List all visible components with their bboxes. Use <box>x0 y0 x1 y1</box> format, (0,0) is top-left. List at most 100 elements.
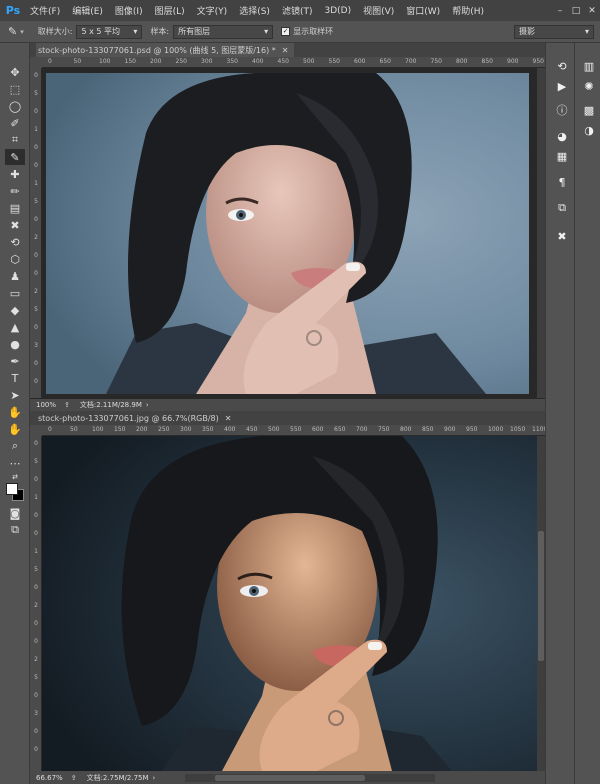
sponge-icon[interactable]: ● <box>5 336 25 352</box>
sample-size-select[interactable]: 5 x 5 平均 ▾ <box>76 24 143 39</box>
info-icon[interactable]: ⓘ <box>552 101 572 119</box>
styles-icon[interactable]: ◑ <box>579 121 599 139</box>
doc1-tab[interactable]: stock-photo-133077061.psd @ 100% (曲线 5, … <box>30 43 545 57</box>
dodge-icon[interactable]: ▲ <box>5 319 25 335</box>
eyedropper-icon[interactable]: ✎ <box>5 149 25 165</box>
type-icon[interactable]: T <box>5 370 25 386</box>
foreground-color[interactable] <box>6 483 18 495</box>
doc1-canvas[interactable] <box>46 73 529 394</box>
menu-help[interactable]: 帮助(H) <box>446 4 490 17</box>
ruler-tick-label: 1 <box>34 548 38 555</box>
brush-icon[interactable]: ✏ <box>5 183 25 199</box>
workspace-select[interactable]: 摄影 ▾ <box>514 24 594 39</box>
minimize-icon[interactable]: – <box>552 4 568 18</box>
quick-mask-icon[interactable]: ◙ <box>5 505 25 521</box>
hand-icon[interactable]: ✋ <box>5 421 25 437</box>
paragraph-icon[interactable]: ⧉ <box>552 199 572 217</box>
doc2-canvas[interactable] <box>42 436 537 771</box>
histogram-icon[interactable]: ▥ <box>579 57 599 75</box>
pencil-icon[interactable]: ▤ <box>5 200 25 216</box>
doc2-vertical-scrollbar[interactable] <box>537 436 545 771</box>
ruler-tick-label: 600 <box>312 426 324 433</box>
ruler-tick-label: 0 <box>34 144 38 151</box>
clone-stamp-icon[interactable]: ✖ <box>5 217 25 233</box>
doc2-horizontal-scrollbar[interactable] <box>185 773 436 782</box>
menu-image[interactable]: 图像(I) <box>109 4 149 17</box>
zoom-icon[interactable]: ⌕ <box>5 438 25 454</box>
menu-view[interactable]: 视图(V) <box>357 4 400 17</box>
path-select-icon[interactable]: ➤ <box>5 387 25 403</box>
close-icon[interactable]: ✕ <box>282 46 289 55</box>
eyedropper-preset-icon[interactable]: ✎ <box>8 25 17 38</box>
chevron-down-icon: ▾ <box>584 27 589 36</box>
doc2-zoom[interactable]: 66.67% <box>36 774 63 782</box>
ruler-tick-label: 50 <box>70 426 78 433</box>
menu-window[interactable]: 窗口(W) <box>400 4 446 17</box>
ruler-tick-label: 2 <box>34 602 38 609</box>
doc2-tab[interactable]: stock-photo-133077061.jpg @ 66.7%(RGB/8)… <box>30 411 545 425</box>
menu-type[interactable]: 文字(Y) <box>191 4 234 17</box>
color-icon[interactable]: ◕ <box>552 127 572 145</box>
show-ring-checkbox[interactable]: ✓ <box>281 27 291 36</box>
history-icon[interactable]: ⟲ <box>552 57 572 75</box>
ruler-tick-label: 300 <box>201 58 213 65</box>
chevron-down-icon[interactable]: ▾ <box>20 28 24 36</box>
ruler-tick-label: 600 <box>354 58 366 65</box>
close-icon[interactable]: ✕ <box>584 4 600 18</box>
vertical-ruler: 0 5 0 1 0 0 1 5 0 2 0 0 2 5 0 3 0 0 <box>30 68 42 398</box>
move-icon[interactable]: ✥ <box>5 64 25 80</box>
ruler-corner <box>30 57 42 68</box>
menu-select[interactable]: 选择(S) <box>233 4 276 17</box>
close-icon[interactable]: ✕ <box>225 414 232 423</box>
lasso-icon[interactable]: ◯ <box>5 98 25 114</box>
share-icon[interactable]: ⇪ <box>64 401 70 409</box>
blur-icon[interactable]: ◆ <box>5 302 25 318</box>
doc1-zoom[interactable]: 100% <box>36 401 56 409</box>
ruler-tick-label: 800 <box>400 426 412 433</box>
doc1-vertical-scrollbar[interactable] <box>537 68 545 398</box>
ruler-tick-label: 5 <box>34 674 38 681</box>
actions-icon[interactable]: ▶ <box>552 77 572 95</box>
ruler-tick-label: 550 <box>290 426 302 433</box>
ruler-tick-label: 350 <box>226 58 238 65</box>
marquee-icon[interactable]: ⬚ <box>5 81 25 97</box>
maximize-icon[interactable]: □ <box>568 4 584 18</box>
menu-edit[interactable]: 编辑(E) <box>66 4 109 17</box>
ruler-tick-label: 0 <box>34 270 38 277</box>
healing-icon[interactable]: ✚ <box>5 166 25 182</box>
history-brush-icon[interactable]: ⟲ <box>5 234 25 250</box>
screen-mode-icon[interactable]: ⧉ <box>5 522 25 538</box>
chevron-right-icon[interactable]: › <box>153 774 156 782</box>
tools-preset-icon[interactable]: ✖ <box>552 227 572 245</box>
doc2-hscroll-thumb[interactable] <box>215 774 366 781</box>
show-ring-label: 显示取样环 <box>293 27 334 36</box>
menu-filter[interactable]: 滤镜(T) <box>276 4 319 17</box>
ruler-tick-label: 0 <box>34 638 38 645</box>
quick-select-icon[interactable]: ✐ <box>5 115 25 131</box>
ruler-tick-label: 100 <box>92 426 104 433</box>
ruler-tick-label: 0 <box>34 512 38 519</box>
adjust-icon[interactable]: ▩ <box>579 101 599 119</box>
menu-file[interactable]: 文件(F) <box>24 4 66 17</box>
eraser-icon[interactable]: ⬡ <box>5 251 25 267</box>
brightness-icon[interactable]: ✺ <box>579 77 599 95</box>
menu-layer[interactable]: 图层(L) <box>149 4 191 17</box>
share-icon[interactable]: ⇪ <box>71 774 77 782</box>
ruler-tick-label: 1100 <box>532 426 545 433</box>
ruler-tick-label: 0 <box>34 72 38 79</box>
chevron-right-icon[interactable]: › <box>146 401 149 409</box>
sample-select[interactable]: 所有图层 ▾ <box>173 24 274 39</box>
shape-icon[interactable]: ✋ <box>5 404 25 420</box>
doc2-scroll-thumb[interactable] <box>538 531 544 661</box>
doc2-status-bar: 66.67% ⇪ 文档:2.75M/2.75M › <box>30 771 545 784</box>
ruler-tick-label: 200 <box>150 58 162 65</box>
ruler-tick-label: 2 <box>34 234 38 241</box>
crop-icon[interactable]: ⌗ <box>5 132 25 148</box>
character-icon[interactable]: ¶ <box>552 173 572 191</box>
gradient-icon[interactable]: ▭ <box>5 285 25 301</box>
bucket-icon[interactable]: ♟ <box>5 268 25 284</box>
swatches-icon[interactable]: ▦ <box>552 147 572 165</box>
menu-3d[interactable]: 3D(D) <box>318 6 357 16</box>
ruler-tick-label: 900 <box>444 426 456 433</box>
pen-icon[interactable]: ✒ <box>5 353 25 369</box>
